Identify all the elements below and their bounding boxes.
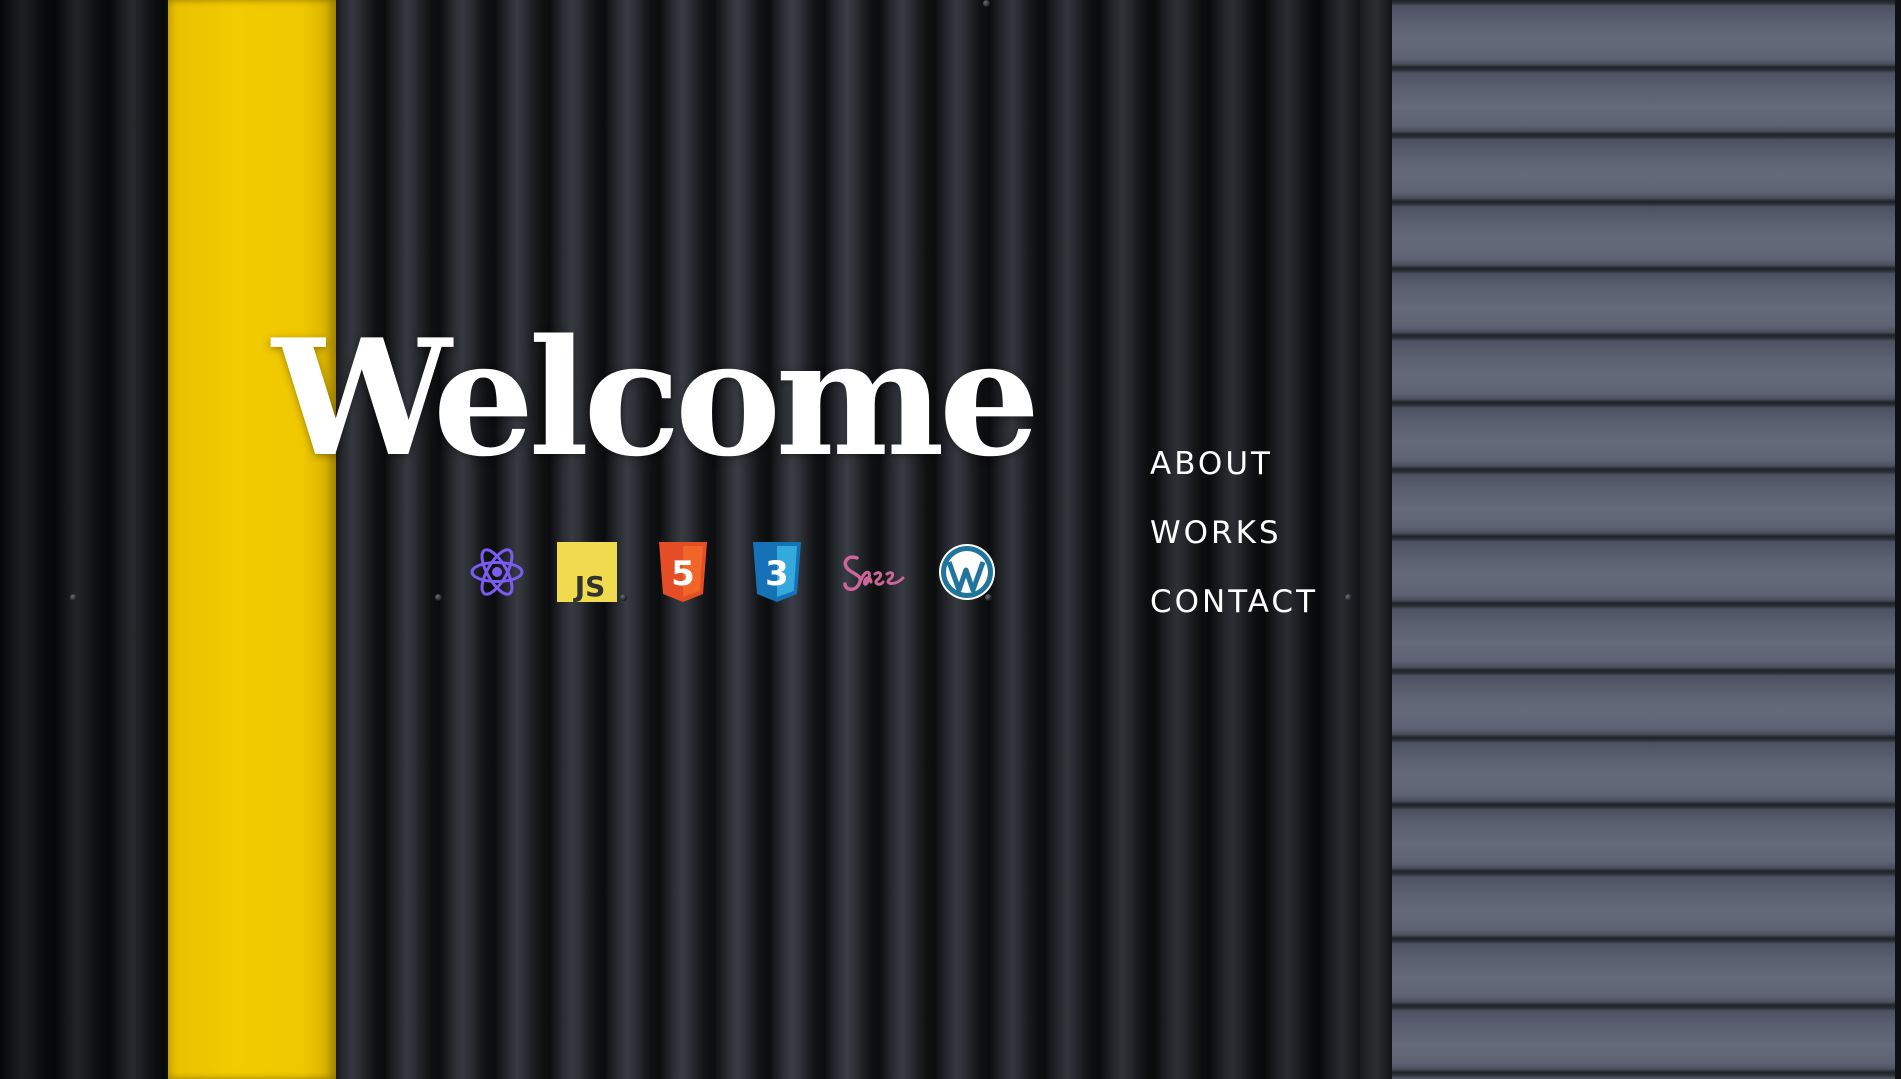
main-nav: ABOUT WORKS CONTACT (1150, 430, 1350, 637)
javascript-icon: JS (555, 540, 619, 604)
nav-link-works[interactable]: WORKS (1150, 499, 1350, 568)
background-wall-edge (1360, 0, 1392, 1079)
css3-icon-label: 3 (765, 554, 789, 594)
rivet (983, 0, 990, 7)
tech-icon-row: JS 5 3 (465, 540, 1005, 604)
rivet (435, 594, 442, 601)
rivet (70, 594, 77, 601)
background-siding-wall (1392, 0, 1901, 1079)
background-yellow-stripe (168, 0, 336, 1079)
html5-icon: 5 (651, 540, 715, 604)
nav-link-about[interactable]: ABOUT (1150, 430, 1350, 499)
page-title: Welcome (272, 304, 1040, 492)
wordpress-icon (935, 540, 999, 604)
html5-icon-label: 5 (671, 554, 695, 594)
hero-section: Welcome JS 5 3 ABOUT WORKS CONTACT (0, 0, 1901, 1079)
nav-link-contact[interactable]: CONTACT (1150, 568, 1350, 637)
react-icon (465, 540, 529, 604)
css3-icon: 3 (745, 540, 809, 604)
javascript-icon-label: JS (573, 570, 606, 603)
sass-icon (837, 540, 909, 604)
